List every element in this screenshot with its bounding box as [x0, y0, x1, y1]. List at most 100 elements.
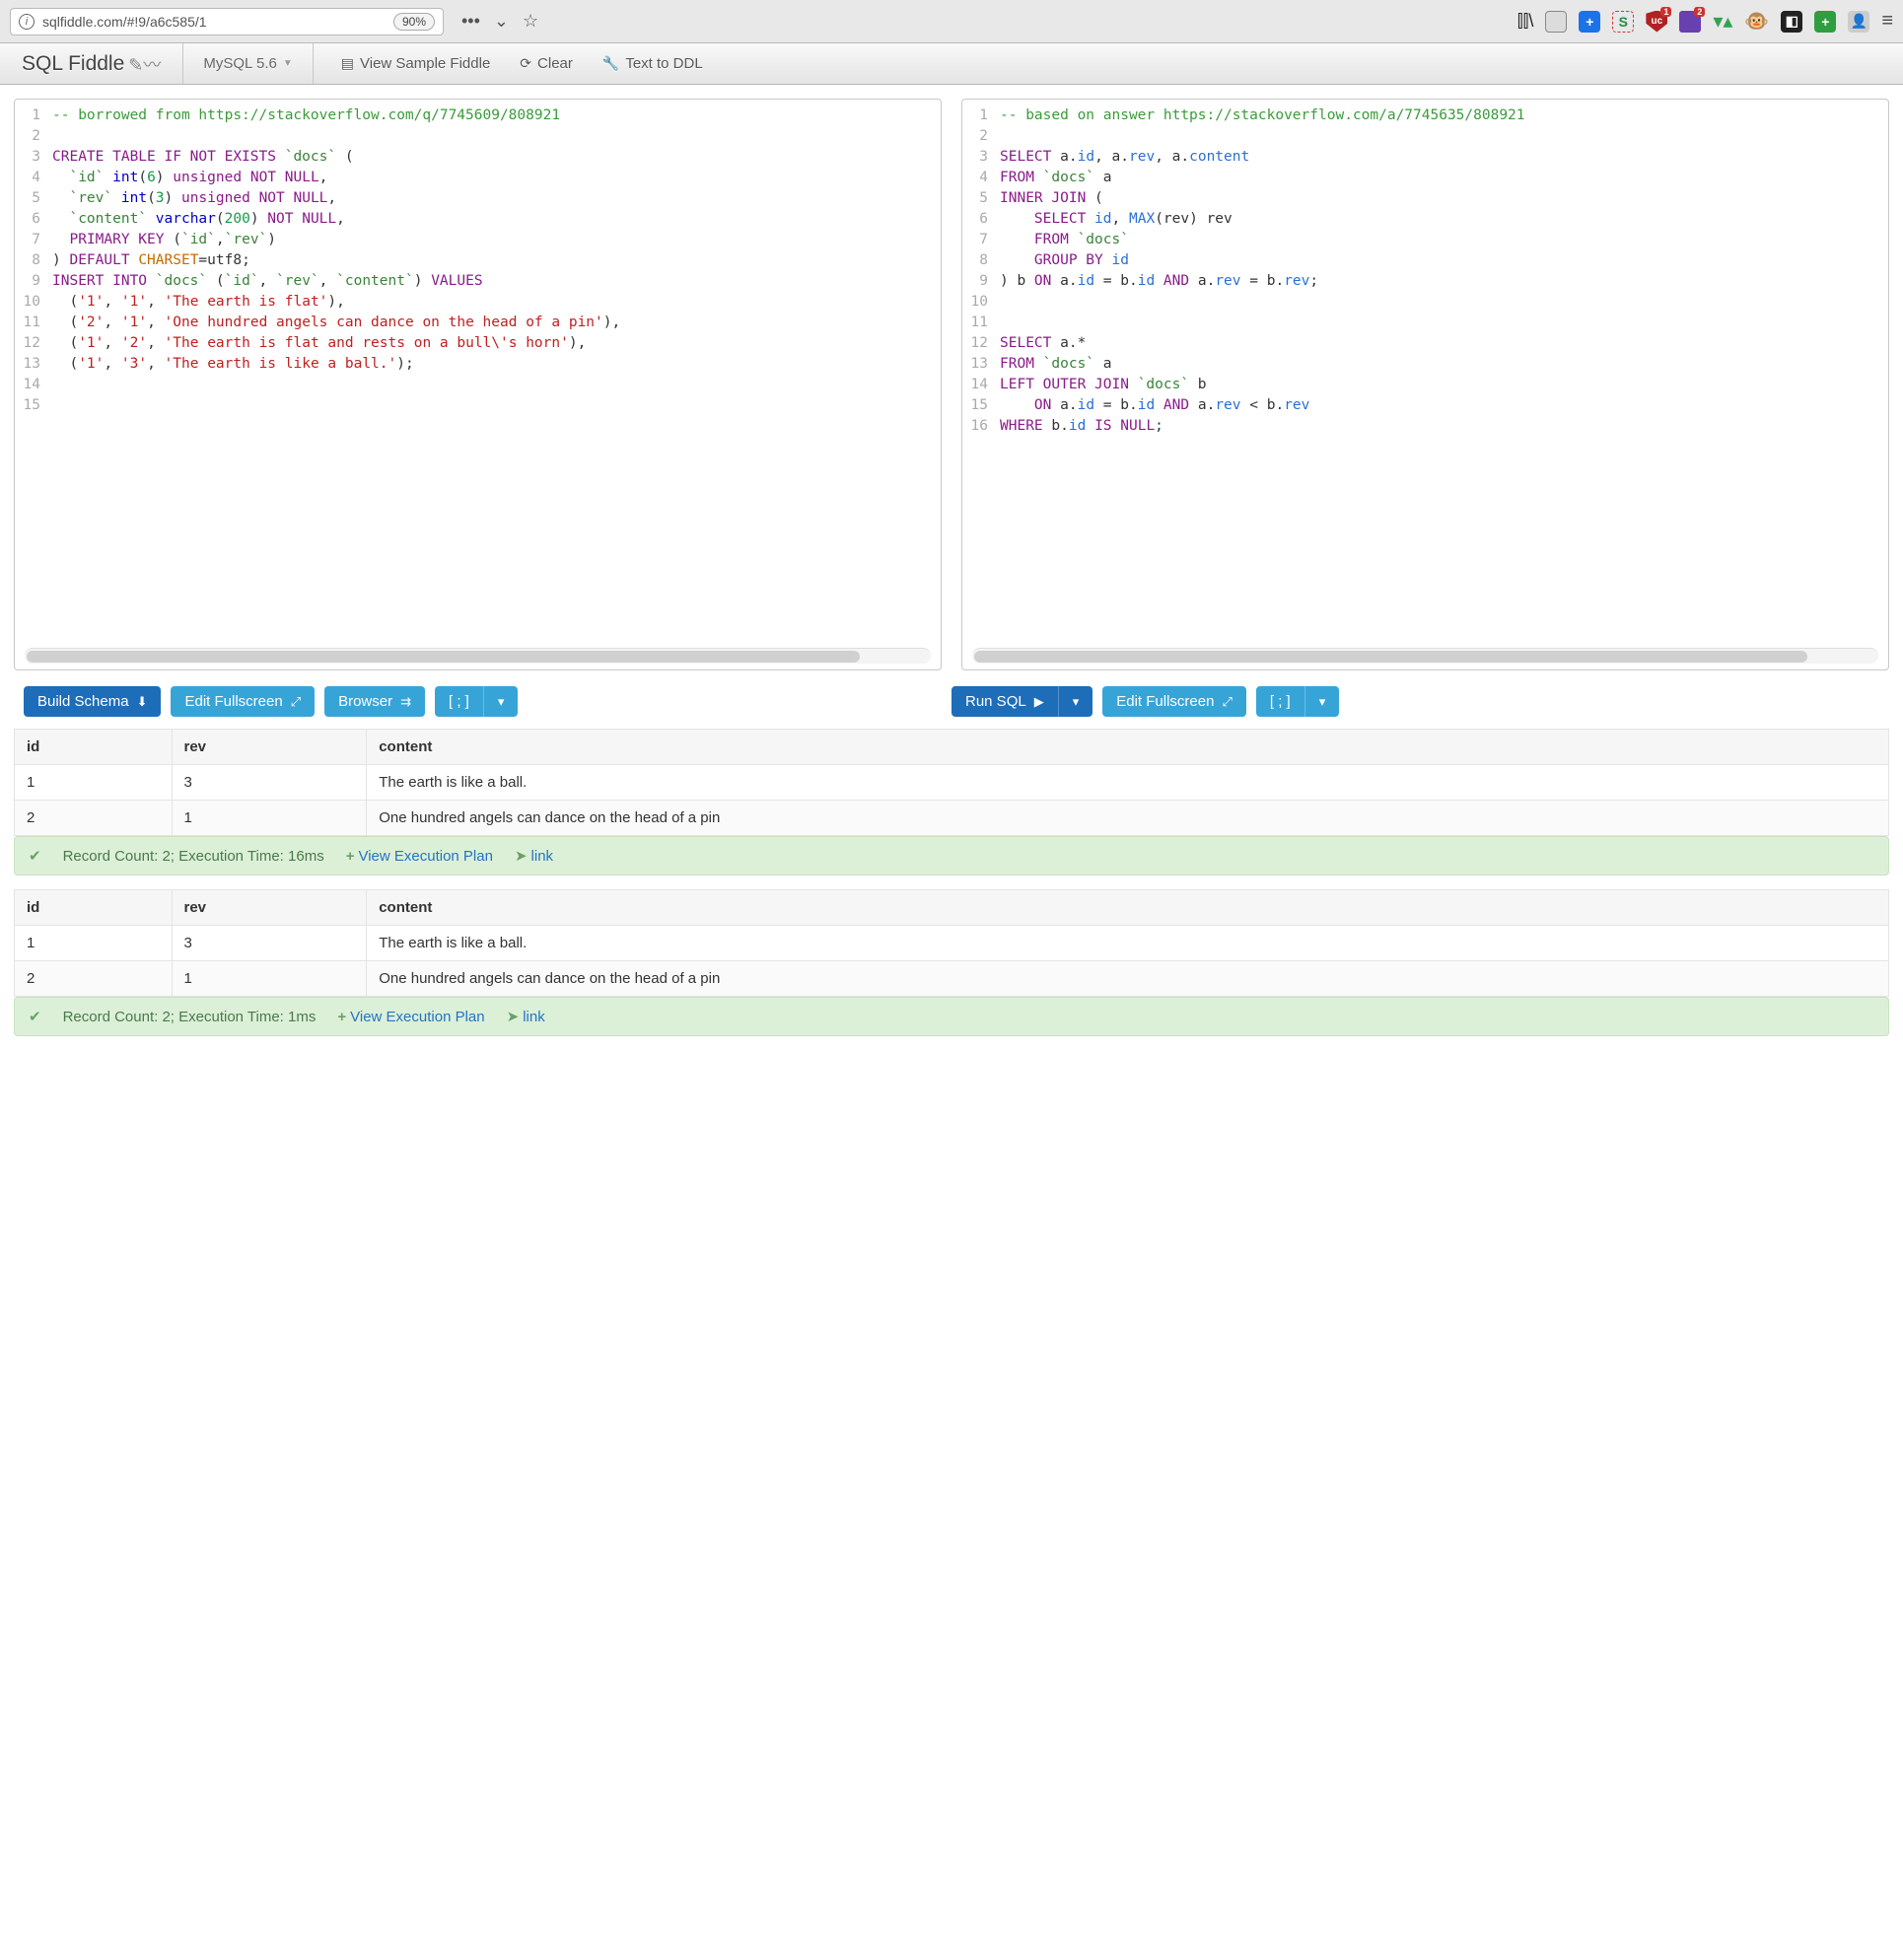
- url-bar[interactable]: i sqlfiddle.com/#!9/a6c585/1 90%: [10, 8, 444, 35]
- text-to-ddl-link[interactable]: 🔧 Text to DDL: [602, 55, 703, 72]
- query-edit-fullscreen-button[interactable]: Edit Fullscreen ⤢: [1102, 686, 1246, 717]
- db-selector[interactable]: MySQL 5.6 ▼: [183, 43, 313, 84]
- build-schema-button[interactable]: Build Schema ⬇: [24, 686, 161, 717]
- query-code[interactable]: -- based on answer https://stackoverflow…: [996, 100, 1888, 648]
- download-icon: ⬇: [137, 694, 148, 710]
- column-header: rev: [172, 890, 367, 926]
- schema-toolbar: Build Schema ⬇ Edit Fullscreen ⤢ Browser…: [0, 680, 952, 729]
- query-terminator-button[interactable]: [ ; ]: [1256, 686, 1304, 717]
- query-terminator-caret[interactable]: ▾: [1304, 686, 1340, 717]
- query-gutter: 12345678910111213141516: [962, 100, 996, 648]
- result-status: ✔ Record Count: 2; Execution Time: 1ms +Vi…: [14, 997, 1889, 1036]
- star-icon[interactable]: ☆: [523, 11, 538, 32]
- hamburger-icon[interactable]: ≡: [1881, 10, 1893, 33]
- refresh-icon: ⟳: [520, 55, 531, 72]
- schema-code[interactable]: -- borrowed from https://stackoverflow.c…: [48, 100, 941, 648]
- build-schema-label: Build Schema: [37, 693, 129, 710]
- column-header: content: [367, 730, 1889, 765]
- url-bar-actions: ••• ⌄ ☆: [461, 11, 538, 32]
- toolbar-extensions: ⫿⫿\ + S uc1 2 ▾▴ 🐵 ◧ + 👤 ≡: [1517, 9, 1893, 34]
- wrench-icon: 🔧: [602, 55, 619, 72]
- more-icon[interactable]: •••: [461, 11, 480, 32]
- result-block: idrevcontent13The earth is like a ball.2…: [14, 729, 1889, 875]
- schema-terminator-button[interactable]: [ ; ]: [435, 686, 483, 717]
- ext-fox-icon[interactable]: ▾▴: [1713, 9, 1732, 34]
- clear-link[interactable]: ⟳ Clear: [520, 55, 573, 72]
- expand-icon: ⤢: [291, 694, 301, 710]
- edit-fullscreen-label: Edit Fullscreen: [184, 693, 282, 710]
- check-icon: ✔: [29, 847, 41, 865]
- text-to-ddl-label: Text to DDL: [625, 55, 702, 72]
- caret-down-icon: ▼: [283, 58, 293, 69]
- result-table: idrevcontent13The earth is like a ball.2…: [14, 729, 1889, 836]
- view-plan-link[interactable]: +View Execution Plan: [337, 1009, 484, 1025]
- share-link[interactable]: ➤link: [507, 1008, 545, 1025]
- run-sql-group: Run SQL ▶ ▾: [952, 686, 1092, 717]
- url-text: sqlfiddle.com/#!9/a6c585/1: [42, 14, 207, 30]
- table-cell: 2: [15, 801, 173, 836]
- list-icon: ▤: [341, 55, 354, 72]
- ext-shield-icon[interactable]: uc1: [1646, 11, 1667, 33]
- nav-actions: ▤ View Sample Fiddle ⟳ Clear 🔧 Text to D…: [314, 43, 731, 84]
- table-cell: 1: [172, 961, 367, 997]
- zoom-badge[interactable]: 90%: [393, 13, 435, 31]
- result-status: ✔ Record Count: 2; Execution Time: 16ms +V…: [14, 836, 1889, 875]
- workspace: 123456789101112131415 -- borrowed from h…: [0, 85, 1903, 680]
- brand[interactable]: SQL Fiddle ✎〰: [0, 43, 183, 84]
- query-hscroll[interactable]: [972, 648, 1878, 664]
- view-sample-label: View Sample Fiddle: [360, 55, 490, 72]
- share-link[interactable]: ➤link: [515, 847, 553, 865]
- results: idrevcontent13The earth is like a ball.2…: [0, 729, 1903, 1050]
- run-sql-button[interactable]: Run SQL ▶: [952, 686, 1058, 717]
- ext-green-plus-icon[interactable]: +: [1814, 11, 1836, 33]
- schema-gutter: 123456789101112131415: [15, 100, 48, 648]
- table-cell: 3: [172, 765, 367, 801]
- browser-chrome: i sqlfiddle.com/#!9/a6c585/1 90% ••• ⌄ ☆…: [0, 0, 1903, 43]
- ext-monkey-icon[interactable]: 🐵: [1744, 9, 1769, 34]
- table-cell: One hundred angels can dance on the head…: [367, 801, 1889, 836]
- library-icon[interactable]: ⫿⫿\: [1517, 11, 1534, 32]
- query-panel: 12345678910111213141516 -- based on answ…: [961, 99, 1889, 670]
- schema-editor[interactable]: 123456789101112131415 -- borrowed from h…: [15, 100, 941, 648]
- view-plan-link[interactable]: +View Execution Plan: [346, 848, 493, 865]
- schema-browser-button[interactable]: Browser ⇉: [324, 686, 425, 717]
- app-navbar: SQL Fiddle ✎〰 MySQL 5.6 ▼ ▤ View Sample …: [0, 43, 1903, 85]
- status-text: Record Count: 2; Execution Time: 16ms: [63, 848, 324, 865]
- table-cell: 1: [172, 801, 367, 836]
- edit-fullscreen-label-2: Edit Fullscreen: [1116, 693, 1214, 710]
- ext-s-icon[interactable]: S: [1612, 11, 1634, 33]
- ext-purple-icon[interactable]: 2: [1679, 11, 1701, 33]
- table-row: 13The earth is like a ball.: [15, 926, 1889, 961]
- brand-icon: ✎〰: [128, 51, 161, 77]
- schema-hscroll[interactable]: [25, 648, 931, 664]
- play-icon: ▶: [1034, 694, 1044, 710]
- table-cell: 2: [15, 961, 173, 997]
- editor-toolbars: Build Schema ⬇ Edit Fullscreen ⤢ Browser…: [0, 680, 1903, 729]
- schema-panel: 123456789101112131415 -- borrowed from h…: [14, 99, 942, 670]
- table-row: 21One hundred angels can dance on the he…: [15, 961, 1889, 997]
- table-cell: One hundred angels can dance on the head…: [367, 961, 1889, 997]
- table-cell: 1: [15, 765, 173, 801]
- pocket-icon[interactable]: ⌄: [494, 11, 509, 32]
- site-info-icon[interactable]: i: [19, 14, 35, 30]
- ext-dark-icon[interactable]: ◧: [1781, 11, 1802, 33]
- status-text: Record Count: 2; Execution Time: 1ms: [63, 1009, 317, 1025]
- schema-edit-fullscreen-button[interactable]: Edit Fullscreen ⤢: [171, 686, 315, 717]
- reader-icon[interactable]: [1545, 11, 1567, 33]
- view-sample-link[interactable]: ▤ View Sample Fiddle: [341, 55, 491, 72]
- schema-terminator-group: [ ; ] ▾: [435, 686, 518, 717]
- run-sql-caret[interactable]: ▾: [1058, 686, 1093, 717]
- db-label: MySQL 5.6: [203, 55, 276, 72]
- schema-terminator-caret[interactable]: ▾: [483, 686, 519, 717]
- ext-plus-icon[interactable]: +: [1579, 11, 1600, 33]
- query-toolbar: Run SQL ▶ ▾ Edit Fullscreen ⤢ [ ; ] ▾: [952, 680, 1903, 729]
- query-editor[interactable]: 12345678910111213141516 -- based on answ…: [962, 100, 1888, 648]
- terminator-label: [ ; ]: [449, 693, 469, 710]
- table-cell: The earth is like a ball.: [367, 926, 1889, 961]
- table-cell: 3: [172, 926, 367, 961]
- expand-icon: ⤢: [1222, 694, 1232, 710]
- check-icon: ✔: [29, 1008, 41, 1025]
- caret-down-icon: ▾: [1319, 694, 1326, 710]
- profile-icon[interactable]: 👤: [1848, 11, 1869, 33]
- column-header: id: [15, 890, 173, 926]
